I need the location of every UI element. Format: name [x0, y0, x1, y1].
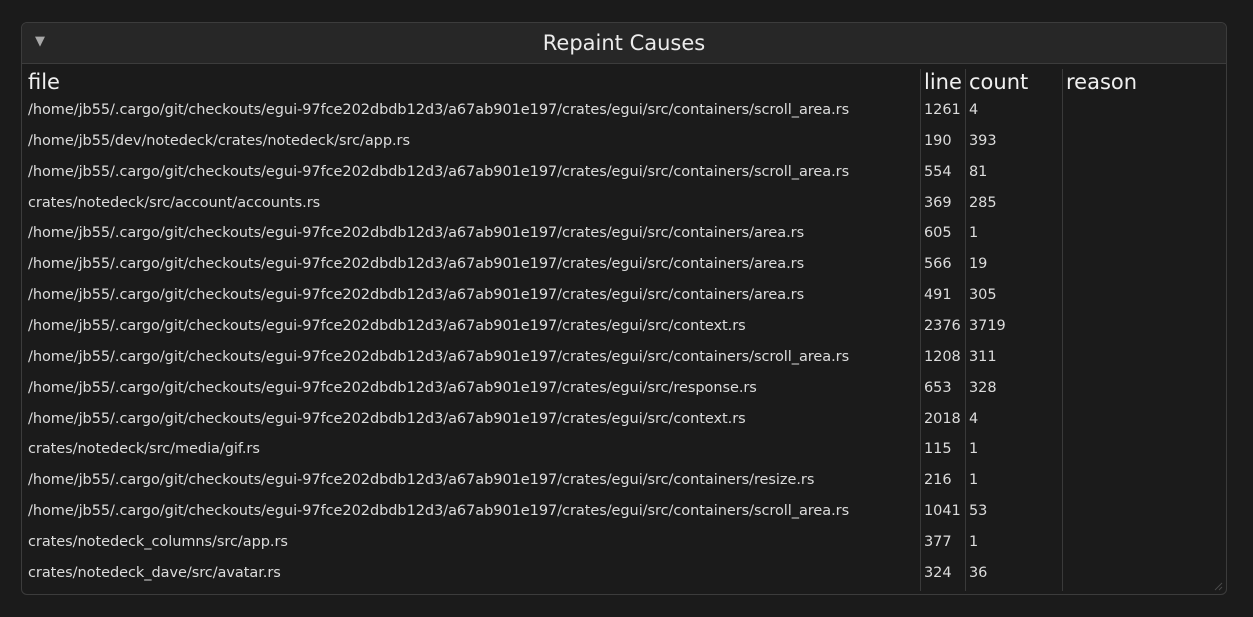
cell-file: /home/jb55/.cargo/git/checkouts/egui-97f… — [28, 503, 850, 520]
cell-count: 1 — [969, 472, 979, 489]
table-row: /home/jb55/.cargo/git/checkouts/egui-97f… — [22, 373, 1226, 404]
table-row: /home/jb55/.cargo/git/checkouts/egui-97f… — [22, 342, 1226, 373]
cell-count: 1 — [969, 533, 979, 550]
cell-file: /home/jb55/.cargo/git/checkouts/egui-97f… — [28, 163, 850, 180]
cell-file: crates/notedeck_columns/src/app.rs — [28, 533, 288, 550]
cell-file: /home/jb55/.cargo/git/checkouts/egui-97f… — [28, 225, 805, 242]
table-row: /home/jb55/.cargo/git/checkouts/egui-97f… — [22, 249, 1226, 280]
table-row: /home/jb55/dev/notedeck/crates/notedeck/… — [22, 126, 1226, 157]
cell-line: 115 — [924, 441, 952, 458]
cell-file: crates/notedeck/src/account/accounts.rs — [28, 194, 321, 211]
resize-grip-icon[interactable] — [1213, 581, 1223, 591]
column-header-reason: reason — [1066, 70, 1138, 94]
window-title-bar[interactable]: ▼ Repaint Causes — [22, 23, 1226, 64]
cell-count: 53 — [969, 503, 988, 520]
table-row: crates/notedeck/src/media/gif.rs 115 1 — [22, 434, 1226, 465]
cell-line: 2018 — [924, 410, 961, 427]
cell-line: 216 — [924, 472, 952, 489]
cell-count: 305 — [969, 287, 997, 304]
repaint-causes-window: ▼ Repaint Causes file line count reason … — [21, 22, 1227, 595]
cell-file: /home/jb55/.cargo/git/checkouts/egui-97f… — [28, 472, 815, 489]
window-title: Repaint Causes — [542, 31, 706, 55]
cell-file: /home/jb55/.cargo/git/checkouts/egui-97f… — [28, 287, 805, 304]
cell-line: 566 — [924, 256, 952, 273]
column-header-count: count — [969, 70, 1029, 94]
cell-count: 36 — [969, 564, 988, 581]
cell-file: /home/jb55/.cargo/git/checkouts/egui-97f… — [28, 348, 850, 365]
table-row: /home/jb55/.cargo/git/checkouts/egui-97f… — [22, 311, 1226, 342]
cell-line: 605 — [924, 225, 952, 242]
cell-count: 311 — [969, 348, 997, 365]
cell-count: 328 — [969, 379, 997, 396]
cell-count: 81 — [969, 163, 988, 180]
cell-line: 1041 — [924, 503, 961, 520]
cell-count: 393 — [969, 132, 997, 149]
cell-line: 1208 — [924, 348, 961, 365]
table-row: /home/jb55/.cargo/git/checkouts/egui-97f… — [22, 218, 1226, 249]
cell-line: 324 — [924, 564, 952, 581]
cell-count: 1 — [969, 225, 979, 242]
cell-file: /home/jb55/.cargo/git/checkouts/egui-97f… — [28, 410, 746, 427]
table-row: crates/notedeck_columns/src/app.rs 377 1 — [22, 527, 1226, 558]
cell-file: /home/jb55/.cargo/git/checkouts/egui-97f… — [28, 256, 805, 273]
cell-file: /home/jb55/dev/notedeck/crates/notedeck/… — [28, 132, 410, 149]
table-row: /home/jb55/.cargo/git/checkouts/egui-97f… — [22, 496, 1226, 527]
table-row: /home/jb55/.cargo/git/checkouts/egui-97f… — [22, 157, 1226, 188]
column-header-line: line — [924, 70, 962, 94]
cell-file: /home/jb55/.cargo/git/checkouts/egui-97f… — [28, 317, 746, 334]
cell-file: crates/notedeck/src/media/gif.rs — [28, 441, 260, 458]
cell-line: 554 — [924, 163, 952, 180]
table-row: /home/jb55/.cargo/git/checkouts/egui-97f… — [22, 465, 1226, 496]
cell-count: 3719 — [969, 317, 1006, 334]
cell-file: crates/notedeck_dave/src/avatar.rs — [28, 564, 281, 581]
cell-file: /home/jb55/.cargo/git/checkouts/egui-97f… — [28, 379, 757, 396]
cell-count: 4 — [969, 102, 979, 118]
column-header-file: file — [28, 70, 60, 94]
cell-line: 2376 — [924, 317, 961, 334]
cell-count: 19 — [969, 256, 988, 273]
table-row: /home/jb55/.cargo/git/checkouts/egui-97f… — [22, 95, 1226, 126]
cell-file: /home/jb55/.cargo/git/checkouts/egui-97f… — [28, 102, 850, 118]
cell-count: 285 — [969, 194, 997, 211]
cell-line: 491 — [924, 287, 952, 304]
table-row: /home/jb55/.cargo/git/checkouts/egui-97f… — [22, 404, 1226, 435]
table-row: /home/jb55/.cargo/git/checkouts/egui-97f… — [22, 280, 1226, 311]
table-row: crates/notedeck_dave/src/avatar.rs 324 36 — [22, 558, 1226, 589]
cell-line: 377 — [924, 533, 952, 550]
table-row: crates/notedeck/src/account/accounts.rs 3… — [22, 188, 1226, 219]
cell-line: 369 — [924, 194, 952, 211]
cell-line: 190 — [924, 132, 952, 149]
cell-count: 4 — [969, 410, 979, 427]
cell-count: 1 — [969, 441, 979, 458]
cell-line: 653 — [924, 379, 952, 396]
cell-line: 1261 — [924, 102, 961, 118]
